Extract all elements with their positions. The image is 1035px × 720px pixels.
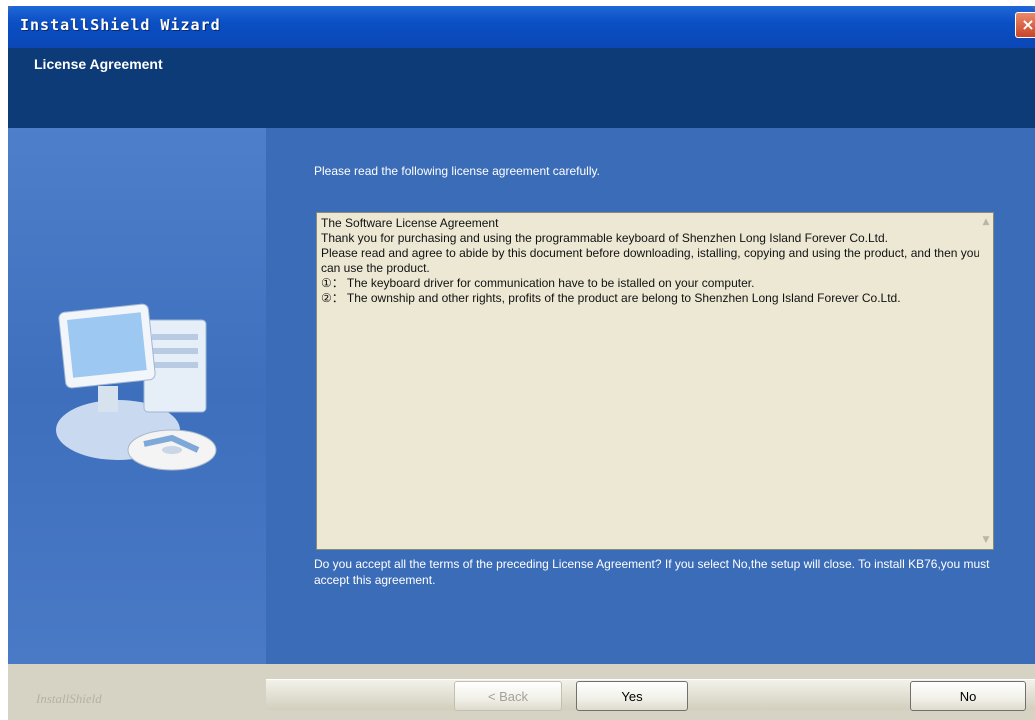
- wizard-footer: InstallShield < Back Yes No: [8, 664, 1035, 720]
- computer-install-icon: [56, 303, 217, 471]
- close-icon: ×: [1021, 15, 1035, 34]
- intro-text: Please read the following license agreem…: [314, 164, 600, 178]
- window-title: InstallShield Wizard: [20, 16, 221, 34]
- scroll-down-icon[interactable]: ▼: [980, 533, 992, 547]
- license-textarea[interactable]: The Software License Agreement Thank you…: [316, 212, 994, 550]
- scroll-up-icon[interactable]: ▲: [980, 215, 992, 229]
- license-text: The Software License Agreement Thank you…: [321, 216, 981, 305]
- wizard-content: Please read the following license agreem…: [8, 128, 1035, 664]
- back-button[interactable]: < Back: [454, 681, 562, 711]
- yes-button[interactable]: Yes: [576, 681, 688, 711]
- page-title: License Agreement: [34, 56, 163, 72]
- installer-window: InstallShield Wizard × License Agreement: [8, 6, 1035, 720]
- side-panel: [8, 128, 266, 664]
- accept-question: Do you accept all the terms of the prece…: [314, 557, 990, 587]
- title-bar[interactable]: InstallShield Wizard ×: [8, 6, 1035, 48]
- installshield-brand: InstallShield: [36, 691, 102, 706]
- close-button[interactable]: ×: [1015, 12, 1035, 38]
- wizard-header: License Agreement: [8, 48, 1035, 128]
- no-button[interactable]: No: [910, 681, 1026, 711]
- license-scrollbar[interactable]: ▲ ▼: [979, 213, 993, 549]
